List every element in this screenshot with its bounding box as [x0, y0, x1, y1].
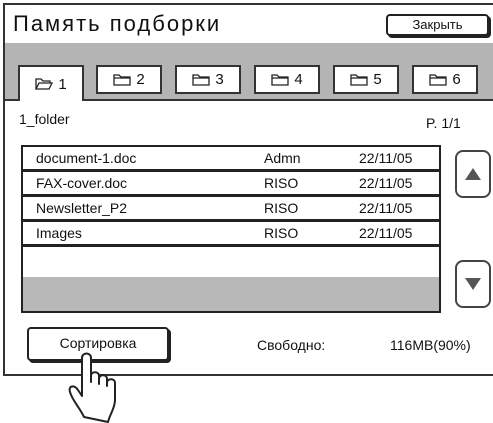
free-space-value: 116MB(90%) — [390, 337, 471, 353]
tab-label: 1 — [58, 75, 67, 93]
file-date: 22/11/05 — [359, 175, 413, 191]
scroll-down-button[interactable] — [455, 260, 491, 308]
file-name: Images — [36, 225, 82, 241]
list-item[interactable]: document-1.doc Admn 22/11/05 — [23, 147, 439, 172]
tab-label: 5 — [373, 71, 382, 88]
file-owner: RISO — [264, 175, 299, 191]
folder-name: 1_folder — [19, 111, 70, 127]
tab-label: 3 — [215, 71, 224, 88]
triangle-down-icon — [465, 278, 481, 290]
tab-folder-6[interactable]: 6 — [412, 65, 478, 94]
folder-tab-bar: 1 2 3 4 5 6 — [5, 43, 493, 101]
tab-label: 2 — [136, 71, 145, 88]
list-item[interactable]: Images RISO 22/11/05 — [23, 222, 439, 247]
tab-folder-1[interactable]: 1 — [18, 65, 84, 101]
list-item[interactable]: FAX-cover.doc RISO 22/11/05 — [23, 172, 439, 197]
file-owner: RISO — [264, 200, 299, 216]
page-title: Память подборки — [13, 11, 222, 36]
file-date: 22/11/05 — [359, 200, 413, 216]
free-space-label: Свободно: — [257, 337, 326, 353]
memory-panel: Память подборки Закрыть 1 2 3 4 5 6 1_fo… — [3, 3, 493, 376]
file-name: Newsletter_P2 — [36, 200, 128, 216]
page-indicator: P. 1/1 — [426, 115, 461, 131]
tab-folder-5[interactable]: 5 — [333, 65, 399, 94]
folder-icon — [271, 73, 289, 86]
file-name: document-1.doc — [36, 150, 137, 166]
list-item[interactable]: Newsletter_P2 RISO 22/11/05 — [23, 197, 439, 222]
open-folder-icon — [35, 78, 54, 90]
folder-icon — [192, 73, 210, 86]
file-owner: Admn — [264, 150, 301, 166]
tab-folder-3[interactable]: 3 — [175, 65, 241, 94]
triangle-up-icon — [465, 168, 481, 180]
scroll-up-button[interactable] — [455, 150, 491, 198]
header: Память подборки Закрыть — [5, 5, 493, 45]
file-date: 22/11/05 — [359, 225, 413, 241]
file-owner: RISO — [264, 225, 299, 241]
empty-row — [23, 277, 439, 311]
tab-folder-2[interactable]: 2 — [96, 65, 162, 94]
close-button[interactable]: Закрыть — [386, 14, 489, 36]
file-date: 22/11/05 — [359, 150, 413, 166]
folder-icon — [350, 73, 368, 86]
file-list: document-1.doc Admn 22/11/05 FAX-cover.d… — [21, 145, 441, 313]
hand-pointer-icon — [68, 352, 116, 423]
tab-label: 6 — [452, 71, 461, 88]
file-name: FAX-cover.doc — [36, 175, 128, 191]
folder-icon — [429, 73, 447, 86]
tab-label: 4 — [294, 71, 303, 88]
folder-icon — [113, 73, 131, 86]
tab-folder-4[interactable]: 4 — [254, 65, 320, 94]
